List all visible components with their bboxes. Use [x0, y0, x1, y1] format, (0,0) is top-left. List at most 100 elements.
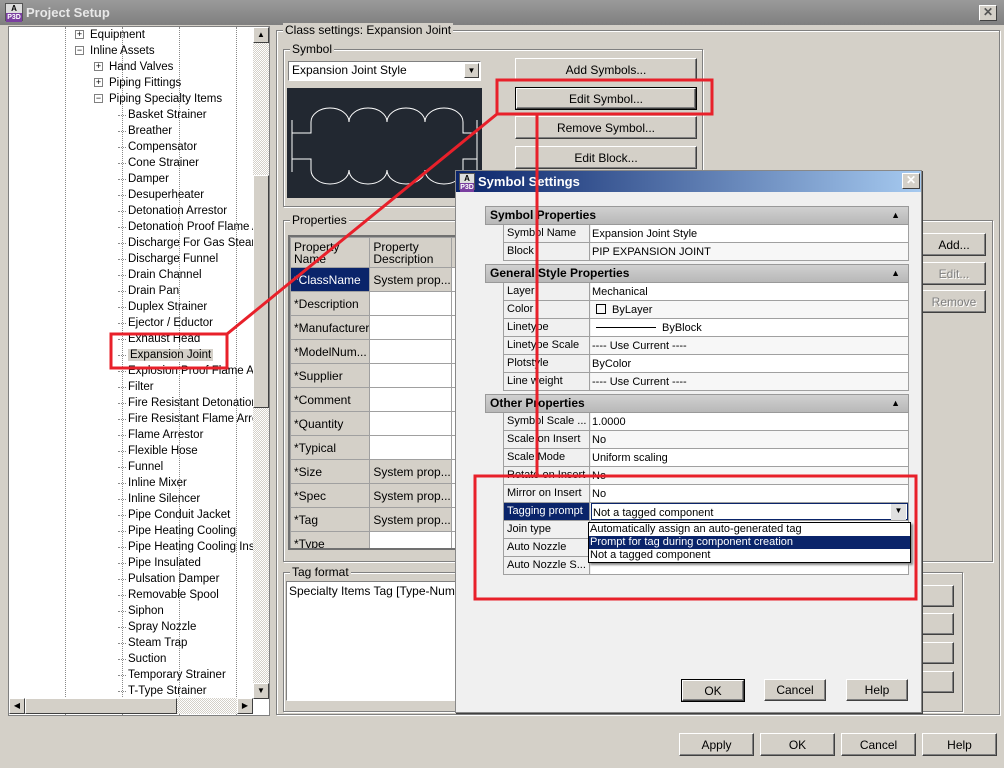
tree-item[interactable]: Inline Mixer — [128, 475, 187, 491]
tree-item[interactable]: Siphon — [128, 603, 164, 619]
tree-item[interactable]: Inline Assets — [90, 43, 155, 59]
tree-item[interactable]: Pulsation Damper — [128, 571, 219, 587]
close-button[interactable]: ✕ — [979, 5, 997, 21]
column-header[interactable]: Property Name — [290, 237, 371, 268]
property-row[interactable]: Linetype Scale ---- Use Current ---- — [503, 337, 909, 355]
tree-vertical-scrollbar[interactable]: ▲ ▼ — [253, 27, 269, 699]
tree-item[interactable]: Discharge Funnel — [128, 251, 218, 267]
table-row[interactable]: *SupplierSu — [290, 363, 456, 388]
tree-item[interactable]: Desuperheater — [128, 187, 204, 203]
property-row[interactable]: Mirror on Insert No — [503, 485, 909, 503]
expand-icon[interactable]: + — [75, 30, 84, 39]
tree-item[interactable]: Steam Trap — [128, 635, 187, 651]
remove-symbol-button[interactable]: Remove Symbol... — [515, 116, 697, 139]
tree-item[interactable]: Compensator — [128, 139, 197, 155]
tag-button-1[interactable] — [922, 585, 954, 607]
table-row[interactable]: *CommentCo — [290, 387, 456, 412]
tag-button-4[interactable] — [922, 671, 954, 693]
tree-item[interactable]: Exhaust Head — [128, 331, 200, 347]
scroll-right-icon[interactable]: ▶ — [237, 698, 253, 714]
property-name[interactable]: *Description — [290, 291, 371, 316]
property-row[interactable]: Scale Mode Uniform scaling — [503, 449, 909, 467]
property-name[interactable]: *Spec — [290, 483, 371, 508]
property-row[interactable]: Linetype ByBlock — [503, 319, 909, 337]
tree-item[interactable]: Explosion Proof Flame Arrestor — [128, 363, 269, 379]
tree-item[interactable]: Funnel — [128, 459, 163, 475]
tree-item[interactable]: Hand Valves — [109, 59, 173, 75]
property-name[interactable]: *Manufacturer — [290, 315, 371, 340]
ok-button[interactable]: OK — [760, 733, 835, 756]
tag-button-3[interactable] — [922, 642, 954, 664]
tag-button-2[interactable] — [922, 613, 954, 635]
edit-block-button[interactable]: Edit Block... — [515, 146, 697, 169]
table-row[interactable]: *SizeSystem prop...Si — [290, 459, 456, 484]
table-row[interactable]: *DescriptionDe — [290, 291, 456, 316]
collapse-arrow-icon[interactable]: ▲ — [891, 207, 900, 224]
table-row[interactable]: *ModelNum...M — [290, 339, 456, 364]
tree-item[interactable]: Detonation Arrestor — [128, 203, 227, 219]
dialog-help-button[interactable]: Help — [846, 679, 908, 701]
property-name[interactable]: *ModelNum... — [290, 339, 371, 364]
dialog-cancel-button[interactable]: Cancel — [764, 679, 826, 701]
help-button[interactable]: Help — [922, 733, 997, 756]
tree-item[interactable]: Fire Resistant Detonation Flame Arrestor — [128, 395, 269, 411]
property-name[interactable]: *Tag — [290, 507, 371, 532]
section-header[interactable]: General Style Properties ▲ — [485, 264, 909, 283]
tree-item[interactable]: Pipe Heating Cooling — [128, 523, 236, 539]
add-symbols-button[interactable]: Add Symbols... — [515, 58, 697, 81]
tree-item[interactable]: Expansion Joint — [128, 347, 214, 363]
tree-item[interactable]: Temporary Strainer — [128, 667, 226, 683]
property-description[interactable] — [369, 435, 452, 460]
property-description[interactable] — [369, 411, 452, 436]
section-header[interactable]: Symbol Properties ▲ — [485, 206, 909, 225]
scroll-thumb[interactable] — [253, 175, 269, 408]
property-value[interactable]: Not a tagged component ▼ — [591, 503, 908, 520]
tree-item[interactable]: Pipe Heating Cooling Insulated — [128, 539, 269, 555]
property-description[interactable]: System prop... — [369, 459, 452, 484]
tree-item[interactable]: Drain Channel — [128, 267, 202, 283]
collapse-icon[interactable]: − — [94, 94, 103, 103]
tree-item[interactable]: Damper — [128, 171, 169, 187]
apply-button[interactable]: Apply — [679, 733, 754, 756]
property-description[interactable] — [369, 387, 452, 412]
tree-item[interactable]: T-Type Strainer — [128, 683, 207, 699]
property-description[interactable] — [369, 531, 452, 548]
property-row[interactable]: Layer Mechanical — [503, 283, 909, 301]
property-description[interactable]: System prop... — [369, 267, 452, 292]
tree-item[interactable]: Detonation Proof Flame Arrestor — [128, 219, 269, 235]
tree-item[interactable]: Duplex Strainer — [128, 299, 207, 315]
tree-item[interactable]: Drain Pan — [128, 283, 179, 299]
table-row[interactable]: *TagSystem prop...Ta — [290, 507, 456, 532]
expand-icon[interactable]: + — [94, 62, 103, 71]
tree-item[interactable]: Ejector / Eductor — [128, 315, 213, 331]
dropdown-option[interactable]: Not a tagged component — [589, 549, 910, 562]
table-row[interactable]: *QuantityQu — [290, 411, 456, 436]
tagging-prompt-dropdown-list[interactable]: Automatically assign an auto-generated t… — [588, 522, 911, 563]
tree-item[interactable]: Cone Strainer — [128, 155, 199, 171]
collapse-arrow-icon[interactable]: ▲ — [891, 395, 900, 412]
scroll-left-icon[interactable]: ◀ — [9, 698, 25, 714]
property-row[interactable]: Symbol Name Expansion Joint Style — [503, 225, 909, 243]
tree-item[interactable]: Pipe Conduit Jacket — [128, 507, 230, 523]
tree-item[interactable]: Flexible Hose — [128, 443, 198, 459]
property-name[interactable]: *Type — [290, 531, 371, 548]
tree-item[interactable]: Suction — [128, 651, 166, 667]
chevron-down-icon[interactable]: ▼ — [464, 63, 479, 78]
property-row[interactable]: Block PIP EXPANSION JOINT — [503, 243, 909, 261]
table-row[interactable]: *ManufacturerM — [290, 315, 456, 340]
tree-item[interactable]: Equipment — [90, 27, 145, 43]
table-row[interactable]: *TypeTy — [290, 531, 456, 548]
tree-item[interactable]: Discharge For Gas Steam — [128, 235, 261, 251]
property-row[interactable]: Rotate on Insert No — [503, 467, 909, 485]
property-description[interactable] — [369, 363, 452, 388]
column-header[interactable]: Property Description — [369, 237, 452, 268]
tree-item[interactable]: Breather — [128, 123, 172, 139]
dropdown-option[interactable]: Prompt for tag during component creation — [589, 536, 910, 549]
tree-item[interactable]: Fire Resistant Flame Arrestor — [128, 411, 269, 427]
property-description[interactable]: System prop... — [369, 507, 452, 532]
properties-grid[interactable]: Property NameProperty DescriptionD N*Cla… — [288, 235, 458, 550]
tree-item[interactable]: Piping Fittings — [109, 75, 181, 91]
table-row[interactable]: *ClassNameSystem prop...Cl — [290, 267, 456, 292]
scroll-thumb[interactable] — [25, 698, 177, 714]
property-description[interactable] — [369, 291, 452, 316]
